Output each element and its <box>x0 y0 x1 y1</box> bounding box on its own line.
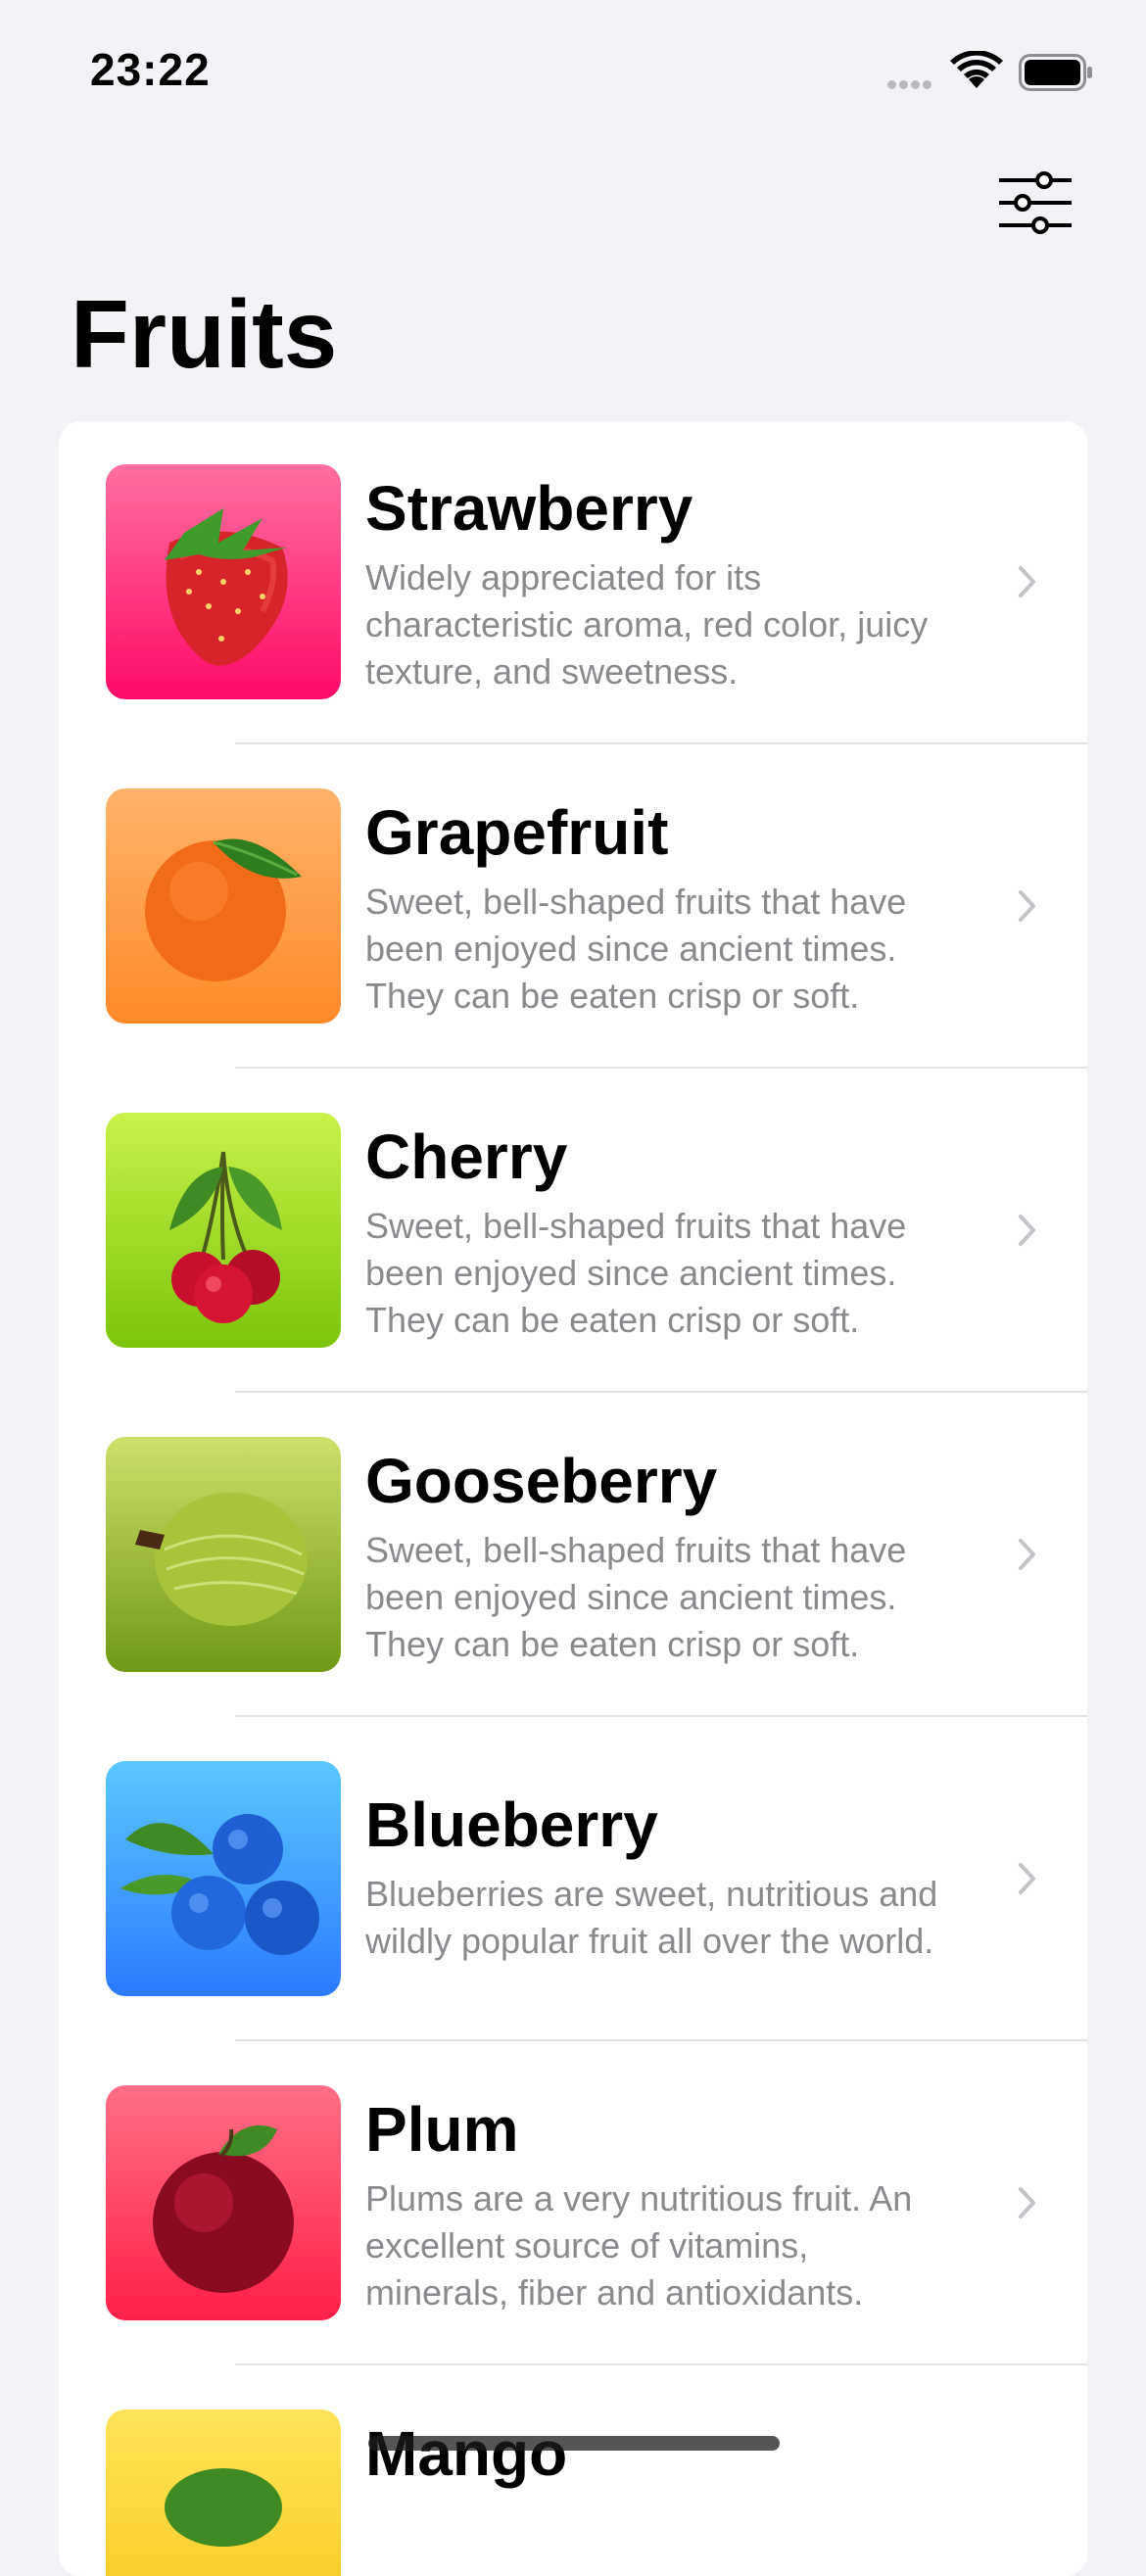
list-item-description: Sweet, bell-shaped fruits that have been… <box>365 882 907 1016</box>
row-divider <box>235 742 1087 744</box>
page-title: Fruits <box>71 280 338 388</box>
list-item-title: Grapefruit <box>365 797 669 868</box>
cellular-signal-icon <box>887 76 934 94</box>
chevron-right-icon <box>1019 1539 1035 1570</box>
mango-image <box>106 2409 341 2576</box>
list-item-title: Mango <box>365 2418 568 2489</box>
status-time: 23:22 <box>90 44 211 95</box>
list-item-description: Sweet, bell-shaped fruits that have been… <box>365 1206 907 1340</box>
list-item-title: Blueberry <box>365 1789 658 1860</box>
chevron-right-icon <box>1019 1863 1035 1894</box>
row-divider <box>235 1715 1087 1717</box>
list-item-title: Cherry <box>365 1121 568 1192</box>
chevron-right-icon <box>1019 890 1035 922</box>
chevron-right-icon <box>1019 1215 1035 1246</box>
list-item-description: Sweet, bell-shaped fruits that have been… <box>365 1530 907 1664</box>
row-divider <box>235 1067 1087 1069</box>
list-item-blueberry[interactable]: Blueberry Blueberries are sweet, nutriti… <box>59 1718 1087 2042</box>
chevron-right-icon <box>1019 2187 1035 2218</box>
sliders-icon <box>999 171 1072 234</box>
list-item-description: Blueberries are sweet, nutritious and wi… <box>365 1874 938 1961</box>
gooseberry-image <box>106 1437 341 1672</box>
chevron-right-icon <box>1019 566 1035 597</box>
blueberry-image <box>106 1761 341 1996</box>
plum-image <box>106 2085 341 2320</box>
cherry-image <box>106 1113 341 1348</box>
filter-button[interactable] <box>995 170 1075 235</box>
list-item-cherry[interactable]: Cherry Sweet, bell-shaped fruits that ha… <box>59 1070 1087 1394</box>
list-item-description: Widely appreciated for its characteristi… <box>365 557 929 692</box>
wifi-icon <box>950 50 1003 95</box>
fruit-list: Strawberry Widely appreciated for its ch… <box>59 421 1087 2576</box>
home-indicator[interactable] <box>368 2436 780 2451</box>
status-bar: 23:22 <box>0 0 1146 137</box>
strawberry-image <box>106 464 341 699</box>
list-item-grapefruit[interactable]: Grapefruit Sweet, bell-shaped fruits tha… <box>59 745 1087 1070</box>
grapefruit-image <box>106 788 341 1024</box>
battery-icon <box>1019 53 1093 97</box>
list-item-strawberry[interactable]: Strawberry Widely appreciated for its ch… <box>59 421 1087 745</box>
list-item-title: Plum <box>365 2094 519 2165</box>
list-item-plum[interactable]: Plum Plums are a very nutritious fruit. … <box>59 2042 1087 2366</box>
list-item-gooseberry[interactable]: Gooseberry Sweet, bell-shaped fruits tha… <box>59 1394 1087 1718</box>
row-divider <box>235 1391 1087 1393</box>
row-divider <box>235 2363 1087 2365</box>
list-item-title: Gooseberry <box>365 1446 718 1516</box>
list-item-title: Strawberry <box>365 473 693 544</box>
row-divider <box>235 2039 1087 2041</box>
list-item-description: Plums are a very nutritious fruit. An ex… <box>365 2178 913 2313</box>
list-item-mango[interactable]: Mango <box>59 2366 1087 2576</box>
